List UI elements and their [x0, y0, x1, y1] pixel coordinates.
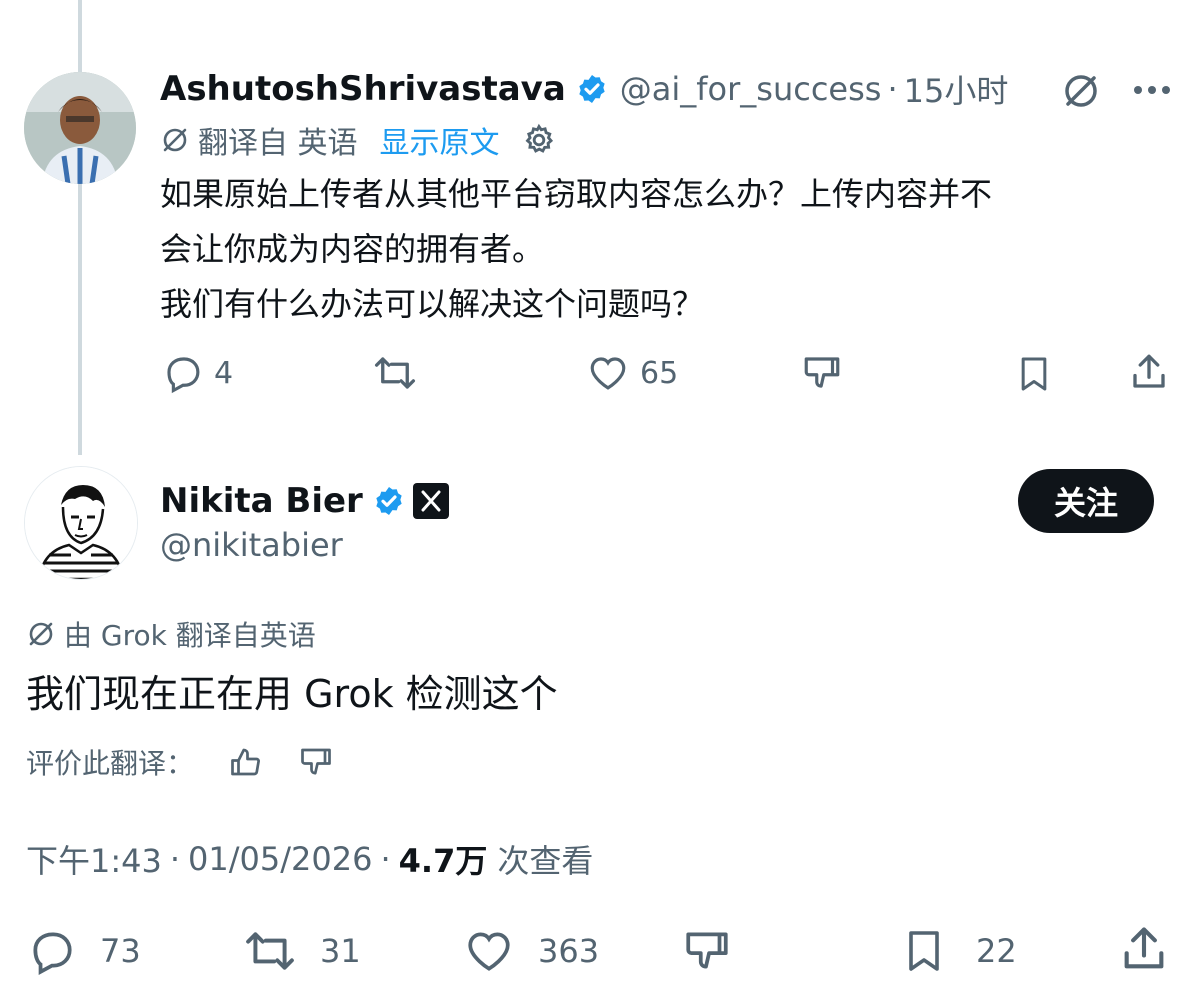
- translation-bar: 翻译自 英语 显示原文: [160, 118, 556, 162]
- translate-icon: [26, 619, 56, 649]
- reply-share-button[interactable]: [1128, 350, 1170, 394]
- main-bookmark-button[interactable]: 22: [900, 924, 1017, 978]
- reply-retweet-button[interactable]: [372, 352, 418, 394]
- reply-text-line: 我们有什么办法可以解决这个问题吗？: [160, 285, 705, 323]
- main-retweet-button[interactable]: 31: [242, 926, 361, 976]
- reply-header: AshutoshShrivastava @ai_for_success · 15…: [160, 66, 1008, 112]
- main-retweet-count: 31: [320, 932, 361, 970]
- reply-reply-button[interactable]: 4: [162, 352, 233, 394]
- avatar-ashutosh[interactable]: [24, 72, 136, 184]
- main-share-button[interactable]: [1118, 922, 1170, 976]
- thread-line: [78, 0, 82, 455]
- main-dislike-button[interactable]: [680, 926, 734, 976]
- follow-button[interactable]: 关注: [1018, 469, 1154, 533]
- reply-like-count: 65: [640, 355, 679, 391]
- reply-like-button[interactable]: 65: [586, 352, 678, 394]
- main-like-button[interactable]: 363: [462, 926, 599, 976]
- grok-icon[interactable]: [1060, 70, 1102, 112]
- verified-badge-icon: [576, 73, 608, 105]
- verified-badge-icon: [373, 485, 405, 517]
- main-header: Nikita Bier: [160, 478, 449, 524]
- dislike-icon: [680, 926, 734, 976]
- like-icon: [586, 352, 630, 394]
- separator: ·: [887, 70, 898, 108]
- bookmark-icon: [900, 924, 948, 978]
- like-icon: [462, 926, 516, 976]
- grok-translation-bar: 由 Grok 翻译自英语: [26, 614, 316, 654]
- reply-text: 如果原始上传者从其他平台窃取内容怎么办？上传内容并不 会让你成为内容的拥有者。 …: [160, 167, 1180, 332]
- separator: ·: [169, 840, 181, 878]
- reply-text-line: 如果原始上传者从其他平台窃取内容怎么办？上传内容并不: [160, 175, 993, 213]
- views-count: 4.7万: [398, 842, 488, 880]
- translated-by-grok: 由 Grok 翻译自英语: [64, 619, 316, 652]
- retweet-icon: [242, 926, 298, 976]
- more-icon[interactable]: [1132, 84, 1172, 96]
- dislike-icon: [800, 352, 844, 394]
- reply-icon: [162, 352, 204, 394]
- share-icon: [1128, 350, 1170, 394]
- share-icon: [1118, 922, 1170, 976]
- main-bookmark-count: 22: [976, 932, 1017, 970]
- tweet-date[interactable]: 01/05/2026: [188, 840, 372, 878]
- thumbs-down-icon[interactable]: [298, 744, 334, 780]
- reply-bookmark-button[interactable]: [1014, 352, 1054, 396]
- main-author-name[interactable]: Nikita Bier: [160, 481, 363, 521]
- views-label: 次查看: [497, 842, 594, 880]
- rate-translation-label: 评价此翻译：: [26, 747, 195, 780]
- avatar-nikita[interactable]: [24, 466, 138, 580]
- main-reply-count: 73: [100, 932, 141, 970]
- tweet-time[interactable]: 下午1:43: [26, 836, 162, 882]
- separator: ·: [380, 840, 391, 878]
- bookmark-icon: [1014, 352, 1054, 396]
- reply-text-line: 会让你成为内容的拥有者。: [160, 230, 545, 268]
- main-handle[interactable]: @nikitabier: [160, 526, 343, 564]
- reply-time[interactable]: 15小时: [904, 66, 1009, 112]
- rate-translation-bar: 评价此翻译：: [26, 740, 334, 784]
- gear-icon[interactable]: [522, 123, 556, 157]
- x-logo-icon: [412, 483, 449, 519]
- translate-icon: [160, 125, 190, 155]
- reply-dislike-button[interactable]: [800, 352, 844, 394]
- tweet-meta: 下午1:43 · 01/05/2026 · 4.7万 次查看: [26, 836, 593, 882]
- retweet-icon: [372, 352, 418, 394]
- translated-from: 翻译自 英语: [198, 126, 358, 161]
- main-like-count: 363: [538, 932, 600, 970]
- reply-handle[interactable]: @ai_for_success: [620, 70, 882, 108]
- thumbs-up-icon[interactable]: [228, 744, 264, 780]
- main-tweet-text: 我们现在正在用 Grok 检测这个: [26, 672, 558, 716]
- reply-author-name[interactable]: AshutoshShrivastava: [160, 69, 566, 109]
- show-original-link[interactable]: 显示原文: [380, 118, 500, 162]
- reply-icon: [26, 926, 78, 976]
- reply-reply-count: 4: [214, 355, 234, 391]
- main-reply-button[interactable]: 73: [26, 926, 141, 976]
